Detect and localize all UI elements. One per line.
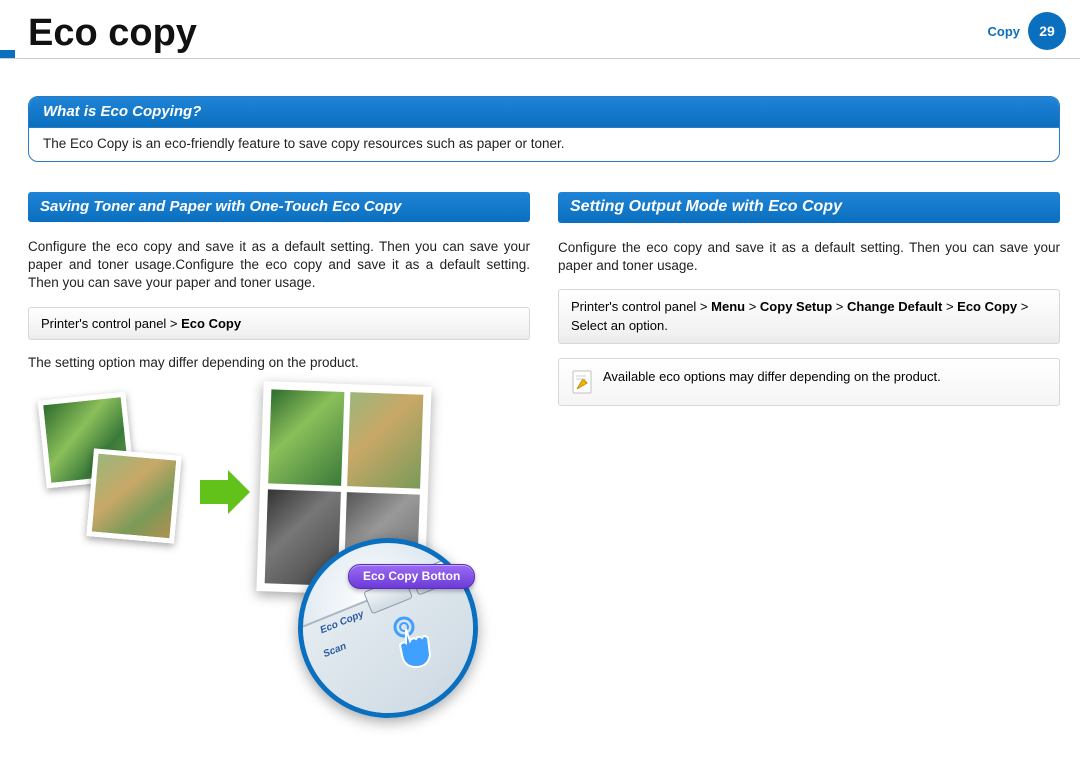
eco-copy-button-callout: Eco Copy Botton <box>348 564 475 589</box>
path-sep: > <box>745 299 760 314</box>
sheet-cell <box>347 392 423 488</box>
left-path-prefix: Printer's control panel > <box>41 316 181 331</box>
note-icon <box>571 369 593 395</box>
intro-heading: What is Eco Copying? <box>29 97 1059 127</box>
left-path-bold: Eco Copy <box>181 316 241 331</box>
right-column: Setting Output Mode with Eco Copy Config… <box>558 192 1060 758</box>
photo-original-2 <box>86 448 181 543</box>
right-note-text: Available eco options may differ dependi… <box>603 369 941 384</box>
right-path-b3: Change Default <box>847 299 942 314</box>
intro-body: The Eco Copy is an eco-friendly feature … <box>29 127 1059 161</box>
right-note-box: Available eco options may differ dependi… <box>558 358 1060 406</box>
left-path-box: Printer's control panel > Eco Copy <box>28 307 530 340</box>
left-heading: Saving Toner and Paper with One-Touch Ec… <box>28 192 530 222</box>
section-label: Copy <box>988 24 1021 39</box>
header-accent <box>0 50 15 58</box>
left-column: Saving Toner and Paper with One-Touch Ec… <box>28 192 530 758</box>
left-paragraph: Configure the eco copy and save it as a … <box>28 238 530 293</box>
right-paragraph: Configure the eco copy and save it as a … <box>558 239 1060 275</box>
pointer-hand-icon <box>390 615 450 675</box>
right-path-prefix: Printer's control panel > <box>571 299 711 314</box>
sheet-cell <box>268 389 344 485</box>
left-note: The setting option may differ depending … <box>28 354 530 372</box>
right-heading: Setting Output Mode with Eco Copy <box>558 192 1060 223</box>
right-path-b4: Eco Copy <box>957 299 1017 314</box>
page-number-badge: 29 <box>1028 12 1066 50</box>
right-path-b1: Menu <box>711 299 745 314</box>
path-sep: > <box>832 299 847 314</box>
intro-panel: What is Eco Copying? The Eco Copy is an … <box>28 96 1060 162</box>
right-path-b2: Copy Setup <box>760 299 832 314</box>
path-sep: > <box>942 299 957 314</box>
right-path-box: Printer's control panel > Menu > Copy Se… <box>558 289 1060 343</box>
page-title: Eco copy <box>28 12 197 55</box>
eco-copy-illustration: Eco Copy Scan Eco Copy Botton <box>28 380 530 700</box>
title-rule <box>0 58 1080 59</box>
